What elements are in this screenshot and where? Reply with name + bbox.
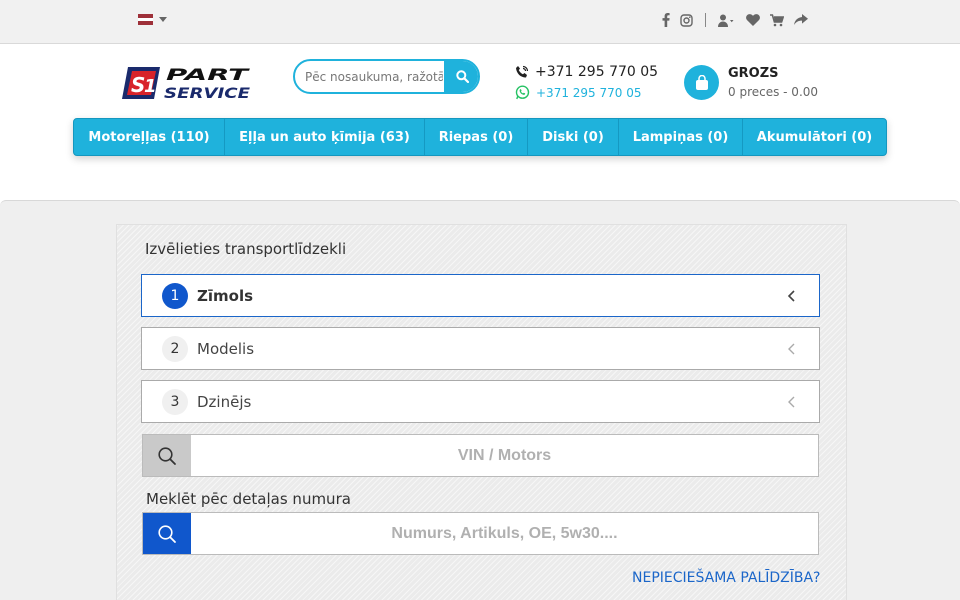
vin-input[interactable] (191, 435, 818, 476)
step-number: 1 (162, 282, 188, 309)
header-search (293, 59, 480, 94)
logo-text-service: SERVICE (164, 86, 251, 102)
search-icon (455, 70, 469, 83)
nav-item-batteries[interactable]: Akumulātori (0) (743, 119, 886, 155)
search-button[interactable] (444, 61, 478, 92)
part-number-search-field (142, 512, 819, 555)
facebook-icon[interactable] (662, 11, 670, 29)
phone-icon (516, 65, 529, 78)
step-number: 3 (162, 388, 188, 415)
chevron-down-icon (159, 17, 167, 22)
part-number-input[interactable] (191, 513, 818, 554)
phone-whatsapp[interactable]: +371 295 770 05 (515, 85, 641, 100)
nav-item-wheels[interactable]: Diski (0) (528, 119, 619, 155)
vehicle-selector-title: Izvēlieties transportlīdzekli (145, 240, 347, 258)
category-nav: Motoreļļas (110) Eļļa un auto ķīmija (63… (73, 118, 887, 156)
part-search-button[interactable] (143, 513, 191, 554)
vin-search-field (142, 434, 819, 477)
vin-search-button[interactable] (143, 435, 191, 476)
search-icon (158, 446, 176, 465)
logo-text-part: PART (166, 65, 250, 84)
phone-primary-number: +371 295 770 05 (535, 64, 659, 80)
help-link[interactable]: NEPIECIEŠAMA PALĪDZĪBA? (632, 570, 820, 586)
divider (705, 13, 706, 27)
cart-title: GROZS (728, 66, 779, 81)
search-input[interactable] (305, 68, 443, 86)
shopping-bag-icon (684, 65, 719, 100)
step-number: 2 (162, 335, 188, 362)
instagram-icon[interactable] (680, 11, 693, 29)
nav-item-motor-oils[interactable]: Motoreļļas (110) (74, 119, 225, 155)
cart-summary: 0 preces - 0.00 (728, 85, 819, 99)
phone-primary[interactable]: +371 295 770 05 (515, 64, 658, 80)
site-logo[interactable]: S 1 PART SERVICE (122, 64, 252, 102)
svg-text:1: 1 (144, 76, 157, 97)
step-label: Zīmols (197, 286, 254, 305)
top-links (662, 11, 808, 29)
step-model[interactable]: 2 Modelis (141, 327, 820, 370)
part-search-label: Meklēt pēc detaļas numura (146, 490, 351, 508)
step-label: Dzinējs (197, 392, 252, 411)
latvia-flag-icon (138, 14, 153, 25)
cart-icon[interactable] (770, 11, 784, 29)
header-cart[interactable]: GROZS 0 preces - 0.00 (684, 65, 818, 100)
search-icon (158, 524, 176, 543)
chevron-left-icon (788, 343, 795, 355)
chevron-left-icon (787, 290, 795, 302)
nav-item-tyres[interactable]: Riepas (0) (425, 119, 528, 155)
nav-item-bulbs[interactable]: Lampiņas (0) (619, 119, 743, 155)
top-bar (0, 0, 960, 44)
phone-whatsapp-number: +371 295 770 05 (536, 85, 642, 100)
language-selector[interactable] (138, 14, 167, 25)
heart-icon[interactable] (746, 11, 760, 29)
chevron-left-icon (788, 396, 795, 408)
nav-item-oil-and-chemicals[interactable]: Eļļa un auto ķīmija (63) (225, 119, 425, 155)
whatsapp-icon (515, 85, 530, 100)
step-engine[interactable]: 3 Dzinējs (141, 380, 820, 423)
share-icon[interactable] (794, 11, 808, 29)
step-label: Modelis (197, 339, 255, 358)
user-icon[interactable] (718, 11, 736, 29)
step-brand[interactable]: 1 Zīmols (141, 274, 820, 317)
